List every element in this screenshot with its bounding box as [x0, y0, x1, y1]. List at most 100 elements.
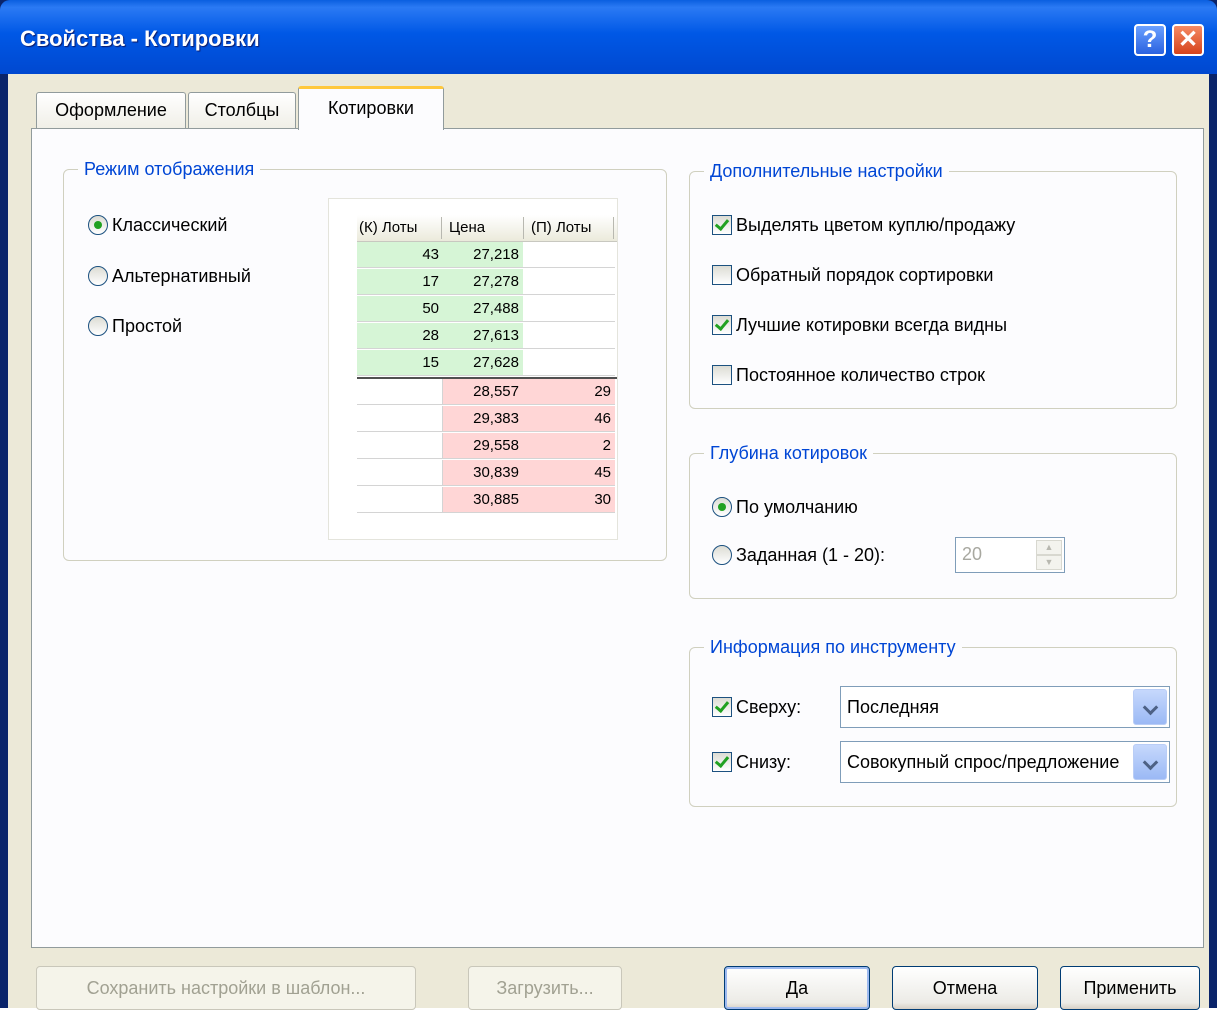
mode-classic-radio[interactable]	[88, 215, 108, 235]
tab-quotes[interactable]: Котировки	[298, 86, 444, 130]
fixed-row-count-checkbox[interactable]	[712, 365, 732, 385]
header-separator	[613, 217, 614, 239]
sell-lots-cell: 29	[523, 379, 615, 405]
preview-buy-row: 15 27,628	[357, 350, 615, 377]
save-template-button[interactable]: Сохранить настройки в шаблон...	[36, 966, 416, 1010]
buy-price-cell: 27,218	[443, 242, 523, 268]
bottom-info-label[interactable]: Снизу:	[736, 751, 791, 773]
additional-settings-group: Дополнительные настройки Выделять цветом…	[689, 158, 1177, 409]
mode-alternative-label[interactable]: Альтернативный	[112, 265, 251, 287]
load-button[interactable]: Загрузить...	[468, 966, 622, 1010]
depth-default-label[interactable]: По умолчанию	[736, 496, 858, 518]
preview-header-buy-lots: (К) Лоты	[359, 219, 418, 236]
top-info-label[interactable]: Сверху:	[736, 696, 801, 718]
quote-depth-group: Глубина котировок По умолчанию Заданная …	[689, 440, 1177, 599]
sell-lots-cell: 45	[523, 460, 615, 486]
mode-simple-radio[interactable]	[88, 316, 108, 336]
spinner-down-icon[interactable]: ▼	[1036, 555, 1062, 570]
chevron-down-icon[interactable]	[1133, 689, 1167, 725]
instrument-info-group: Информация по инструменту Сверху: Послед…	[689, 634, 1177, 807]
empty-cell	[357, 460, 443, 486]
buy-price-cell: 27,628	[443, 350, 523, 376]
empty-cell	[523, 269, 615, 295]
preview-buy-row: 17 27,278	[357, 269, 615, 296]
sell-lots-cell: 30	[523, 487, 615, 513]
header-separator	[441, 217, 442, 239]
ok-button[interactable]: Да	[724, 966, 870, 1010]
sell-lots-cell: 2	[523, 433, 615, 459]
preview-header: (К) Лоты Цена (П) Лоты	[357, 215, 617, 242]
empty-cell	[523, 296, 615, 322]
highlight-buy-sell-label[interactable]: Выделять цветом куплю/продажу	[736, 214, 1015, 236]
depth-custom-label[interactable]: Заданная (1 - 20):	[736, 544, 885, 566]
preview-buy-row: 28 27,613	[357, 323, 615, 350]
preview-sell-row: 29,383 46	[357, 406, 615, 433]
top-info-checkbox[interactable]	[712, 697, 732, 717]
tab-columns[interactable]: Столбцы	[188, 92, 296, 128]
close-button[interactable]: ✕	[1172, 24, 1204, 56]
mode-classic-label[interactable]: Классический	[112, 214, 227, 236]
quotes-preview: (К) Лоты Цена (П) Лоты 43 27,218 17 27,2…	[328, 198, 618, 540]
depth-spinner-value: 20	[962, 544, 983, 564]
preview-header-sell-lots: (П) Лоты	[531, 219, 592, 236]
mode-simple-label[interactable]: Простой	[112, 315, 182, 337]
fixed-row-count-label[interactable]: Постоянное количество строк	[736, 364, 985, 386]
preview-header-price: Цена	[449, 219, 486, 236]
cancel-button[interactable]: Отмена	[892, 966, 1038, 1010]
preview-sell-row: 30,839 45	[357, 460, 615, 487]
header-separator	[523, 217, 524, 239]
buy-price-cell: 27,488	[443, 296, 523, 322]
buy-price-cell: 27,613	[443, 323, 523, 349]
reverse-sort-checkbox[interactable]	[712, 265, 732, 285]
apply-button[interactable]: Применить	[1060, 966, 1200, 1010]
instrument-info-legend: Информация по инструменту	[704, 634, 962, 660]
best-quotes-visible-checkbox[interactable]	[712, 315, 732, 335]
additional-settings-legend: Дополнительные настройки	[704, 158, 949, 184]
spinner-buttons: ▲ ▼	[1036, 540, 1062, 570]
empty-cell	[357, 487, 443, 513]
tab-panel-quotes: Режим отображения Классический Альтернат…	[31, 128, 1204, 948]
sell-price-cell: 30,885	[443, 487, 523, 513]
best-quotes-visible-label[interactable]: Лучшие котировки всегда видны	[736, 314, 1007, 336]
buy-lots-cell: 50	[357, 296, 443, 322]
buy-lots-cell: 15	[357, 350, 443, 376]
display-mode-group: Режим отображения Классический Альтернат…	[63, 156, 667, 561]
empty-cell	[357, 406, 443, 432]
sell-price-cell: 28,557	[443, 379, 523, 405]
mode-alternative-radio[interactable]	[88, 266, 108, 286]
dialog-client-area: Оформление Столбцы Котировки Режим отобр…	[8, 74, 1209, 1010]
preview-sell-row: 28,557 29	[357, 379, 615, 406]
highlight-buy-sell-checkbox[interactable]	[712, 215, 732, 235]
empty-cell	[523, 323, 615, 349]
chevron-down-icon[interactable]	[1133, 744, 1167, 780]
buy-lots-cell: 28	[357, 323, 443, 349]
tab-appearance[interactable]: Оформление	[36, 92, 186, 128]
window-title: Свойства - Котировки	[20, 26, 260, 51]
empty-cell	[357, 379, 443, 405]
help-button[interactable]: ?	[1134, 24, 1166, 56]
quote-depth-legend: Глубина котировок	[704, 440, 874, 466]
sell-price-cell: 29,383	[443, 406, 523, 432]
buy-price-cell: 27,278	[443, 269, 523, 295]
depth-spinner[interactable]: 20 ▲ ▼	[955, 537, 1065, 573]
bottom-info-select-value: Совокупный спрос/предложение	[847, 752, 1120, 772]
empty-cell	[357, 433, 443, 459]
bottom-info-select[interactable]: Совокупный спрос/предложение	[840, 741, 1170, 783]
preview-buy-row: 43 27,218	[357, 242, 615, 269]
top-info-select-value: Последняя	[847, 697, 940, 717]
depth-default-radio[interactable]	[712, 497, 732, 517]
empty-cell	[523, 350, 615, 376]
title-bar[interactable]: Свойства - Котировки ? ✕	[0, 0, 1217, 74]
preview-sell-row: 29,558 2	[357, 433, 615, 460]
bottom-info-checkbox[interactable]	[712, 752, 732, 772]
sell-lots-cell: 46	[523, 406, 615, 432]
buy-lots-cell: 17	[357, 269, 443, 295]
sell-price-cell: 30,839	[443, 460, 523, 486]
reverse-sort-label[interactable]: Обратный порядок сортировки	[736, 264, 993, 286]
spinner-up-icon[interactable]: ▲	[1036, 540, 1062, 555]
top-info-select[interactable]: Последняя	[840, 686, 1170, 728]
preview-sell-row: 30,885 30	[357, 487, 615, 514]
buy-lots-cell: 43	[357, 242, 443, 268]
depth-custom-radio[interactable]	[712, 545, 732, 565]
properties-dialog: Свойства - Котировки ? ✕ Оформление Стол…	[0, 0, 1217, 1010]
